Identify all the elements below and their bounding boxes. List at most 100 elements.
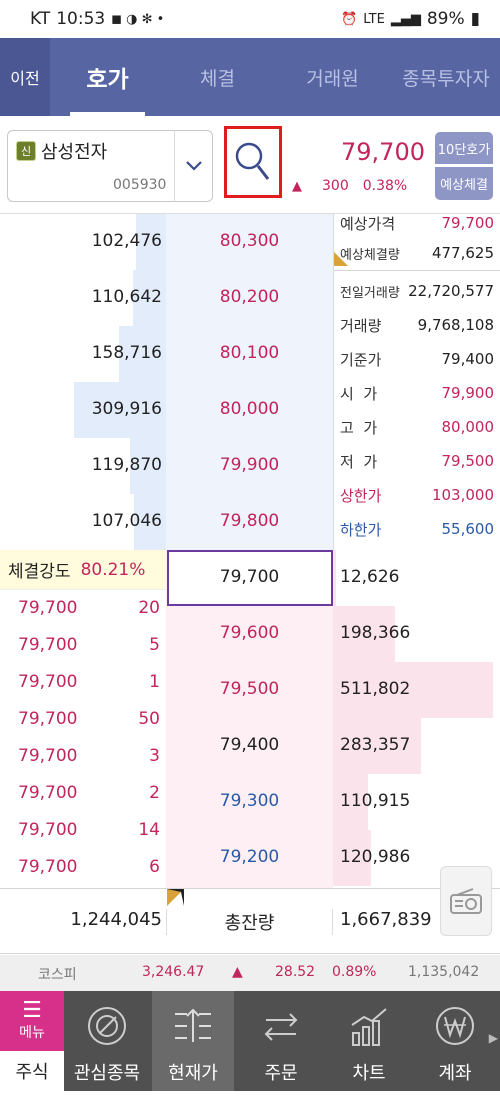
ask-row[interactable]: 119,870 79,900 bbox=[0, 438, 333, 494]
trade-strength: 체결강도 80.21% bbox=[0, 550, 166, 590]
ask-qty: 110,642 bbox=[91, 287, 162, 307]
corner-marker bbox=[334, 252, 362, 266]
target-icon bbox=[88, 1007, 126, 1045]
ten-level-button[interactable]: 10단호가 bbox=[435, 132, 493, 164]
market-select[interactable]: 주식 bbox=[0, 1051, 64, 1091]
tick-row: 79,700 2 bbox=[0, 775, 166, 813]
expected-volume-row: 예상체결량 477,625 bbox=[340, 238, 494, 268]
hamburger-icon: ☰ bbox=[22, 998, 42, 1023]
nav-label: 주문 bbox=[264, 1063, 298, 1084]
ask-row[interactable]: 107,046 79,800 bbox=[0, 494, 333, 550]
battery-label: 89% bbox=[426, 9, 465, 29]
ask-qty: 102,476 bbox=[91, 231, 162, 251]
change-value: 300 bbox=[322, 178, 349, 194]
index-name: 코스피 bbox=[38, 967, 77, 983]
tick-row: 79,700 14 bbox=[0, 812, 166, 850]
stock-info-panel: 예상가격 79,700 예상체결량 477,625 전일거래량 22,720,5… bbox=[333, 214, 500, 550]
tick-row: 79,700 50 bbox=[0, 701, 166, 739]
tick-price: 79,700 bbox=[18, 672, 78, 692]
tick-price: 79,700 bbox=[18, 783, 78, 803]
chevron-right-icon[interactable]: ▶ bbox=[489, 1031, 498, 1045]
ask-row[interactable]: 158,716 80,100 bbox=[0, 326, 333, 382]
ask-total: 1,244,045 bbox=[70, 909, 162, 930]
bid-qty: 511,802 bbox=[340, 679, 411, 699]
info-label: 예상가격 bbox=[340, 214, 396, 233]
bid-volume-bar bbox=[333, 550, 336, 606]
tick-price: 79,700 bbox=[18, 635, 78, 655]
bid-price[interactable]: 79,200 bbox=[166, 847, 333, 867]
tick-row: 79,700 5 bbox=[0, 627, 166, 665]
ask-row[interactable]: 110,642 80,200 bbox=[0, 270, 333, 326]
stock-header: 신 삼성전자 005930 79,700 ▲ 300 0.38% 10단호가 예… bbox=[0, 116, 500, 214]
tab-brokers[interactable]: 거래원 bbox=[285, 38, 380, 116]
prev-button[interactable]: 이전 bbox=[0, 38, 50, 116]
bid-area: 체결강도 80.21% 79,700 20 79,700 5 79,700 1 … bbox=[0, 550, 500, 888]
system-bar bbox=[0, 1091, 500, 1111]
carrier-label: KT bbox=[30, 9, 51, 29]
bid-price[interactable]: 79,400 bbox=[166, 735, 333, 755]
nav-current-price[interactable]: 현재가 bbox=[152, 991, 234, 1091]
tab-orderbook[interactable]: 호가 bbox=[60, 38, 155, 116]
price-change: ▲ 300 0.38% bbox=[292, 178, 407, 194]
bid-price[interactable]: 79,300 bbox=[166, 791, 333, 811]
info-value: 103,000 bbox=[431, 486, 494, 504]
ask-price: 80,300 bbox=[219, 231, 280, 251]
bid-price[interactable]: 79,600 bbox=[166, 623, 333, 643]
order-icon bbox=[264, 1013, 298, 1041]
tick-price: 79,700 bbox=[18, 820, 78, 840]
bid-price[interactable]: 79,500 bbox=[166, 679, 333, 699]
clock: 10:53 bbox=[56, 9, 106, 29]
nav-label: 관심종목 bbox=[73, 1063, 141, 1084]
nav-order[interactable]: 주문 bbox=[238, 991, 324, 1091]
divider bbox=[334, 270, 500, 271]
tab-investors[interactable]: 종목투자자 bbox=[392, 38, 500, 116]
chevron-down-icon[interactable] bbox=[174, 131, 212, 201]
search-icon bbox=[235, 142, 270, 180]
nav-watchlist[interactable]: 관심종목 bbox=[64, 991, 150, 1091]
strength-label: 체결강도 bbox=[8, 562, 71, 582]
menu-button[interactable]: ☰ 메뉴 bbox=[0, 991, 64, 1051]
expected-trade-button[interactable]: 예상체결 bbox=[435, 167, 493, 200]
strength-value: 80.21% bbox=[80, 559, 146, 580]
alarm-icon: ⏰ bbox=[341, 11, 358, 27]
tick-qty: 6 bbox=[149, 857, 160, 877]
nav-label: 현재가 bbox=[168, 1063, 218, 1084]
status-bar: KT 10:53 ◼ ◑ ✻ • ⏰ LTE ▂▄▆ 89% ▮ bbox=[0, 0, 500, 38]
credit-badge: 신 bbox=[16, 141, 36, 161]
menu-label: 메뉴 bbox=[19, 1025, 45, 1041]
info-value: 22,720,577 bbox=[408, 282, 494, 300]
info-label: 거래량 bbox=[340, 316, 382, 335]
tick-price: 79,700 bbox=[18, 709, 78, 729]
tick-price: 79,700 bbox=[18, 857, 78, 877]
order-book: 102,476 80,300 110,642 80,200 158,716 80… bbox=[0, 214, 500, 888]
info-label: 기준가 bbox=[340, 350, 382, 369]
signal-icon: ▂▄▆ bbox=[390, 11, 421, 27]
nav-label: 차트 bbox=[352, 1063, 386, 1084]
up-triangle-icon: ▲ bbox=[292, 178, 302, 194]
info-row: 전일거래량 22,720,577 bbox=[340, 276, 494, 306]
info-row: 거래량 9,768,108 bbox=[340, 310, 494, 340]
ask-price: 80,000 bbox=[219, 399, 280, 419]
ask-price: 79,800 bbox=[219, 511, 280, 531]
stock-selector[interactable]: 신 삼성전자 005930 bbox=[7, 130, 213, 202]
stock-code: 005930 bbox=[113, 177, 167, 193]
search-button[interactable] bbox=[224, 126, 282, 198]
tick-row: 79,700 20 bbox=[0, 590, 166, 628]
radio-button[interactable] bbox=[440, 866, 492, 936]
notification-icons: ◼ ◑ ✻ • bbox=[111, 11, 165, 27]
tab-trades[interactable]: 체결 bbox=[170, 38, 265, 116]
bid-price[interactable]: 79,700 bbox=[166, 567, 333, 587]
expected-price-row: 예상가격 79,700 bbox=[340, 208, 494, 238]
network-label: LTE bbox=[363, 11, 385, 27]
ask-row[interactable]: 309,916 80,000 bbox=[0, 382, 333, 438]
nav-account[interactable]: 계좌 bbox=[412, 991, 498, 1091]
tick-price: 79,700 bbox=[18, 746, 78, 766]
info-row: 기준가 79,400 bbox=[340, 344, 494, 374]
ask-qty: 107,046 bbox=[91, 511, 162, 531]
chart-icon bbox=[351, 1008, 387, 1046]
nav-chart[interactable]: 차트 bbox=[326, 991, 412, 1091]
index-change: 28.52 bbox=[275, 964, 316, 980]
ask-row[interactable]: 102,476 80,300 bbox=[0, 214, 333, 270]
info-value: 79,400 bbox=[441, 350, 495, 368]
index-ticker[interactable]: 코스피 3,246.47 ▲ 28.52 0.89% 1,135,042 bbox=[0, 955, 500, 991]
